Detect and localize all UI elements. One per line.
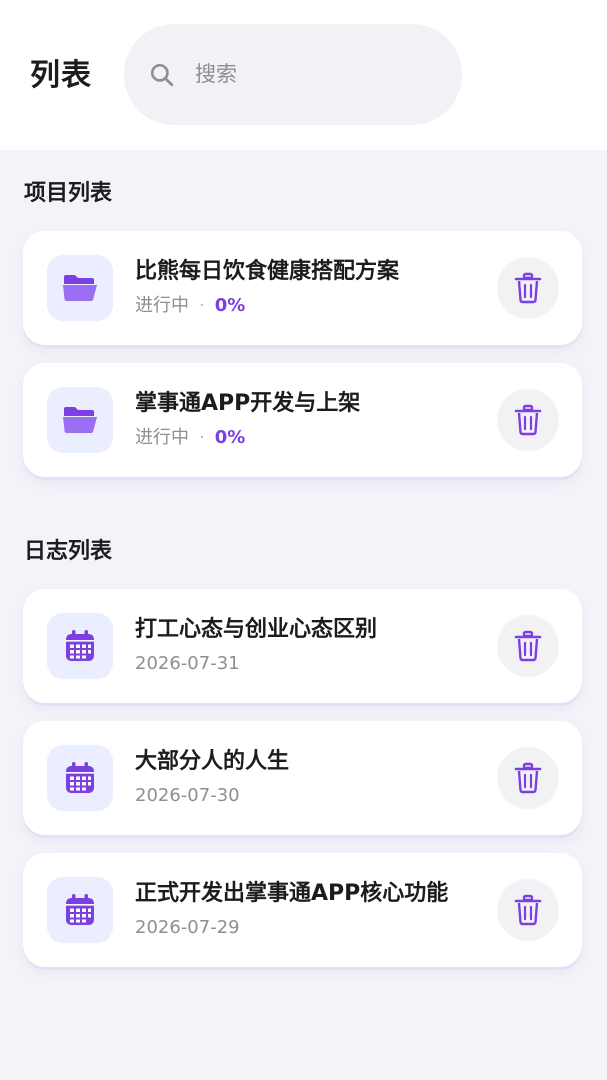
trash-icon: [514, 630, 542, 662]
delete-button[interactable]: [497, 389, 559, 451]
trash-icon: [514, 404, 542, 436]
calendar-icon: [66, 894, 94, 925]
project-title: 掌事通APP开发与上架: [135, 391, 361, 416]
project-icon-box: [47, 387, 113, 453]
trash-icon: [514, 762, 542, 794]
search-placeholder: 搜索: [195, 62, 237, 86]
log-date: 2026-07-30: [135, 785, 240, 806]
delete-button[interactable]: [497, 879, 559, 941]
project-card[interactable]: 比熊每日饮食健康搭配方案 进行中 · 0%: [23, 231, 582, 345]
trash-icon: [514, 272, 542, 304]
calendar-icon: [66, 630, 94, 661]
section-title-logs: 日志列表: [24, 539, 113, 564]
log-date: 2026-07-29: [135, 917, 240, 938]
delete-button[interactable]: [497, 257, 559, 319]
search-input[interactable]: 搜索: [124, 24, 462, 125]
log-icon-box: [47, 877, 113, 943]
calendar-icon: [66, 762, 94, 793]
log-title: 打工心态与创业心态区别: [135, 617, 378, 642]
separator-dot: ·: [199, 427, 205, 448]
project-progress: 0%: [214, 295, 246, 316]
log-icon-box: [47, 613, 113, 679]
folder-icon: [63, 275, 97, 301]
project-meta: 进行中 · 0%: [135, 425, 245, 451]
log-card[interactable]: 大部分人的人生 2026-07-30: [23, 721, 582, 835]
header: 列表 搜索: [0, 0, 607, 150]
log-title: 大部分人的人生: [135, 749, 290, 774]
section-title-projects: 项目列表: [24, 181, 113, 206]
log-title: 正式开发出掌事通APP核心功能: [135, 881, 449, 906]
page-title: 列表: [30, 58, 92, 93]
separator-dot: ·: [199, 295, 205, 316]
project-title: 比熊每日饮食健康搭配方案: [135, 259, 400, 284]
project-icon-box: [47, 255, 113, 321]
log-date: 2026-07-31: [135, 653, 240, 674]
trash-icon: [514, 894, 542, 926]
delete-button[interactable]: [497, 615, 559, 677]
project-card[interactable]: 掌事通APP开发与上架 进行中 · 0%: [23, 363, 582, 477]
project-status: 进行中: [135, 427, 189, 448]
delete-button[interactable]: [497, 747, 559, 809]
folder-icon: [63, 407, 97, 433]
log-card[interactable]: 打工心态与创业心态区别 2026-07-31: [23, 589, 582, 703]
log-card[interactable]: 正式开发出掌事通APP核心功能 2026-07-29: [23, 853, 582, 967]
project-progress: 0%: [214, 427, 246, 448]
search-icon: [150, 63, 174, 87]
log-icon-box: [47, 745, 113, 811]
project-meta: 进行中 · 0%: [135, 293, 245, 319]
project-status: 进行中: [135, 295, 189, 316]
